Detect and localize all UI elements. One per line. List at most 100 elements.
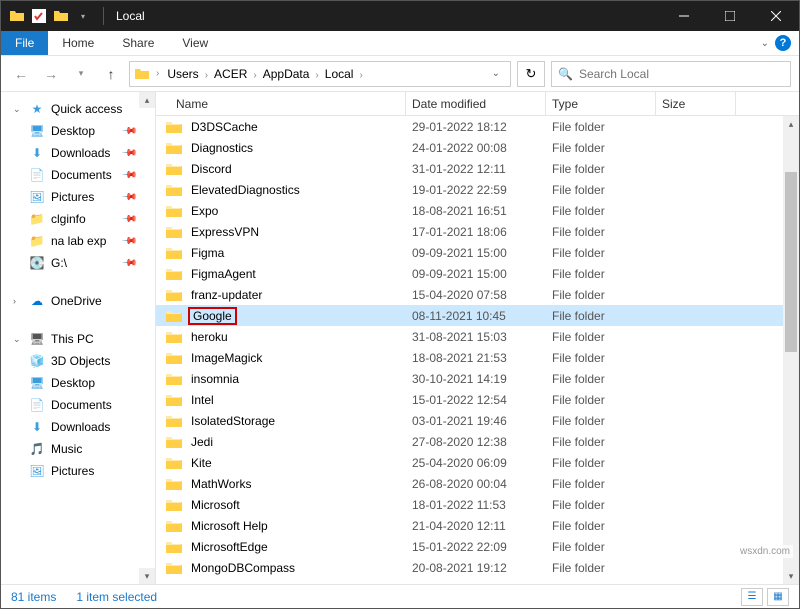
file-row[interactable]: MongoDBCompass20-08-2021 19:12File folde… (156, 557, 799, 578)
file-row[interactable]: Jedi27-08-2020 12:38File folder (156, 431, 799, 452)
home-tab[interactable]: Home (48, 31, 108, 55)
sidebar-item[interactable]: ⬇Downloads📌 (1, 142, 155, 164)
breadcrumb-item[interactable]: Local (321, 65, 358, 83)
close-button[interactable] (753, 1, 799, 31)
pin-icon: 📌 (120, 123, 137, 140)
this-pc[interactable]: ⌄ 🖥 This PC (1, 328, 155, 350)
file-row[interactable]: D3DSCache29-01-2022 18:12File folder (156, 116, 799, 137)
chevron-right-icon[interactable]: › (203, 70, 210, 81)
file-list-pane: Name Date modified Type Size D3DSCache29… (156, 92, 799, 584)
file-row[interactable]: Mozilla04-02-2020 19:12File folder (156, 578, 799, 584)
file-date: 26-08-2020 00:04 (406, 477, 546, 491)
file-row[interactable]: Diagnostics24-01-2022 00:08File folder (156, 137, 799, 158)
folder-icon (166, 225, 182, 239)
sidebar-item[interactable]: 📁clginfo📌 (1, 208, 155, 230)
file-row[interactable]: Expo18-08-2021 16:51File folder (156, 200, 799, 221)
file-row[interactable]: IsolatedStorage03-01-2021 19:46File fold… (156, 410, 799, 431)
chevron-down-icon[interactable]: ⌄ (13, 104, 23, 115)
back-button[interactable]: ← (9, 62, 33, 86)
scroll-down-icon[interactable]: ▾ (783, 568, 799, 584)
onedrive[interactable]: › ☁ OneDrive (1, 290, 155, 312)
search-input[interactable] (579, 67, 784, 81)
search-box[interactable]: 🔍 (551, 61, 791, 87)
file-row[interactable]: Kite25-04-2020 06:09File folder (156, 452, 799, 473)
chevron-right-icon[interactable]: › (13, 296, 23, 306)
breadcrumb-dropdown[interactable]: ⌄ (486, 68, 506, 79)
column-date[interactable]: Date modified (406, 92, 546, 115)
help-icon[interactable]: ? (775, 35, 791, 51)
file-tab[interactable]: File (1, 31, 48, 55)
chevron-right-icon[interactable]: › (313, 70, 320, 81)
file-row[interactable]: Microsoft18-01-2022 11:53File folder (156, 494, 799, 515)
file-row[interactable]: Figma09-09-2021 15:00File folder (156, 242, 799, 263)
view-tab[interactable]: View (168, 31, 222, 55)
sidebar-item[interactable]: 🧊3D Objects (1, 350, 155, 372)
sidebar-item[interactable]: 💽G:\📌 (1, 252, 155, 274)
chevron-down-icon[interactable]: ⌄ (13, 334, 23, 345)
minimize-button[interactable] (661, 1, 707, 31)
breadcrumb-item[interactable]: ACER (210, 65, 251, 83)
file-name: FigmaAgent (188, 267, 259, 281)
expand-ribbon-icon[interactable]: ⌄ (761, 38, 769, 49)
file-date: 18-01-2022 11:53 (406, 498, 546, 512)
refresh-button[interactable]: ↻ (517, 61, 545, 87)
breadcrumb-item[interactable]: AppData (259, 65, 314, 83)
up-button[interactable]: ↑ (99, 62, 123, 86)
file-row[interactable]: ImageMagick18-08-2021 21:53File folder (156, 347, 799, 368)
forward-button[interactable]: → (39, 62, 63, 86)
scroll-up-icon[interactable]: ▴ (783, 116, 799, 132)
dropdown-icon[interactable]: ▾ (75, 8, 91, 24)
file-row[interactable]: Intel15-01-2022 12:54File folder (156, 389, 799, 410)
file-row[interactable]: Google08-11-2021 10:45File folder (156, 305, 799, 326)
sidebar-item[interactable]: ⬇Downloads (1, 416, 155, 438)
file-row[interactable]: Microsoft Help21-04-2020 12:11File folde… (156, 515, 799, 536)
chevron-right-icon[interactable]: › (357, 70, 364, 81)
column-name[interactable]: Name (156, 92, 406, 115)
sidebar-item[interactable]: 🖼Pictures📌 (1, 186, 155, 208)
file-row[interactable]: Discord31-01-2022 12:11File folder (156, 158, 799, 179)
chevron-right-icon[interactable]: › (251, 70, 258, 81)
icons-view-button[interactable]: ▦ (767, 588, 789, 606)
file-row[interactable]: insomnia30-10-2021 14:19File folder (156, 368, 799, 389)
sidebar-item-label: na lab exp (51, 234, 106, 248)
folder-icon (166, 435, 182, 449)
scroll-down-icon[interactable]: ▾ (139, 568, 155, 584)
search-icon: 🔍 (558, 67, 573, 81)
file-date: 04-02-2020 19:12 (406, 582, 546, 585)
maximize-button[interactable] (707, 1, 753, 31)
star-icon: ★ (29, 101, 45, 117)
details-view-button[interactable]: ☰ (741, 588, 763, 606)
sidebar-item[interactable]: 📄Documents📌 (1, 164, 155, 186)
file-row[interactable]: MathWorks26-08-2020 00:04File folder (156, 473, 799, 494)
file-row[interactable]: heroku31-08-2021 15:03File folder (156, 326, 799, 347)
file-date: 21-04-2020 12:11 (406, 519, 546, 533)
scroll-up-icon[interactable]: ▴ (139, 92, 155, 108)
scrollbar-thumb[interactable] (785, 172, 797, 352)
column-type[interactable]: Type (546, 92, 656, 115)
file-row[interactable]: FigmaAgent09-09-2021 15:00File folder (156, 263, 799, 284)
column-size[interactable]: Size (656, 92, 736, 115)
sidebar-item-label: Downloads (51, 146, 110, 160)
recent-locations-button[interactable]: ▾ (69, 62, 93, 86)
sidebar-item[interactable]: 🖥Desktop (1, 372, 155, 394)
monitor-icon: 🖥 (29, 123, 45, 139)
sidebar-item[interactable]: 🖼Pictures (1, 460, 155, 482)
vertical-scrollbar[interactable]: ▴ ▾ (783, 116, 799, 584)
file-type: File folder (546, 204, 656, 218)
breadcrumb-bar[interactable]: › Users›ACER›AppData›Local› ⌄ (129, 61, 511, 87)
file-row[interactable]: franz-updater15-04-2020 07:58File folder (156, 284, 799, 305)
share-tab[interactable]: Share (108, 31, 168, 55)
breadcrumb-item[interactable]: Users (163, 65, 202, 83)
file-row[interactable]: ExpressVPN17-01-2021 18:06File folder (156, 221, 799, 242)
file-type: File folder (546, 309, 656, 323)
sidebar-item[interactable]: 🖥Desktop📌 (1, 120, 155, 142)
file-type: File folder (546, 225, 656, 239)
sidebar-item[interactable]: 📄Documents (1, 394, 155, 416)
chevron-right-icon[interactable]: › (154, 68, 161, 79)
file-row[interactable]: ElevatedDiagnostics19-01-2022 22:59File … (156, 179, 799, 200)
sidebar-item[interactable]: 🎵Music (1, 438, 155, 460)
sidebar-scrollbar[interactable]: ▴ ▾ (139, 92, 155, 584)
sidebar-item[interactable]: 📁na lab exp📌 (1, 230, 155, 252)
file-row[interactable]: MicrosoftEdge15-01-2022 22:09File folder (156, 536, 799, 557)
quick-access[interactable]: ⌄ ★ Quick access (1, 98, 155, 120)
